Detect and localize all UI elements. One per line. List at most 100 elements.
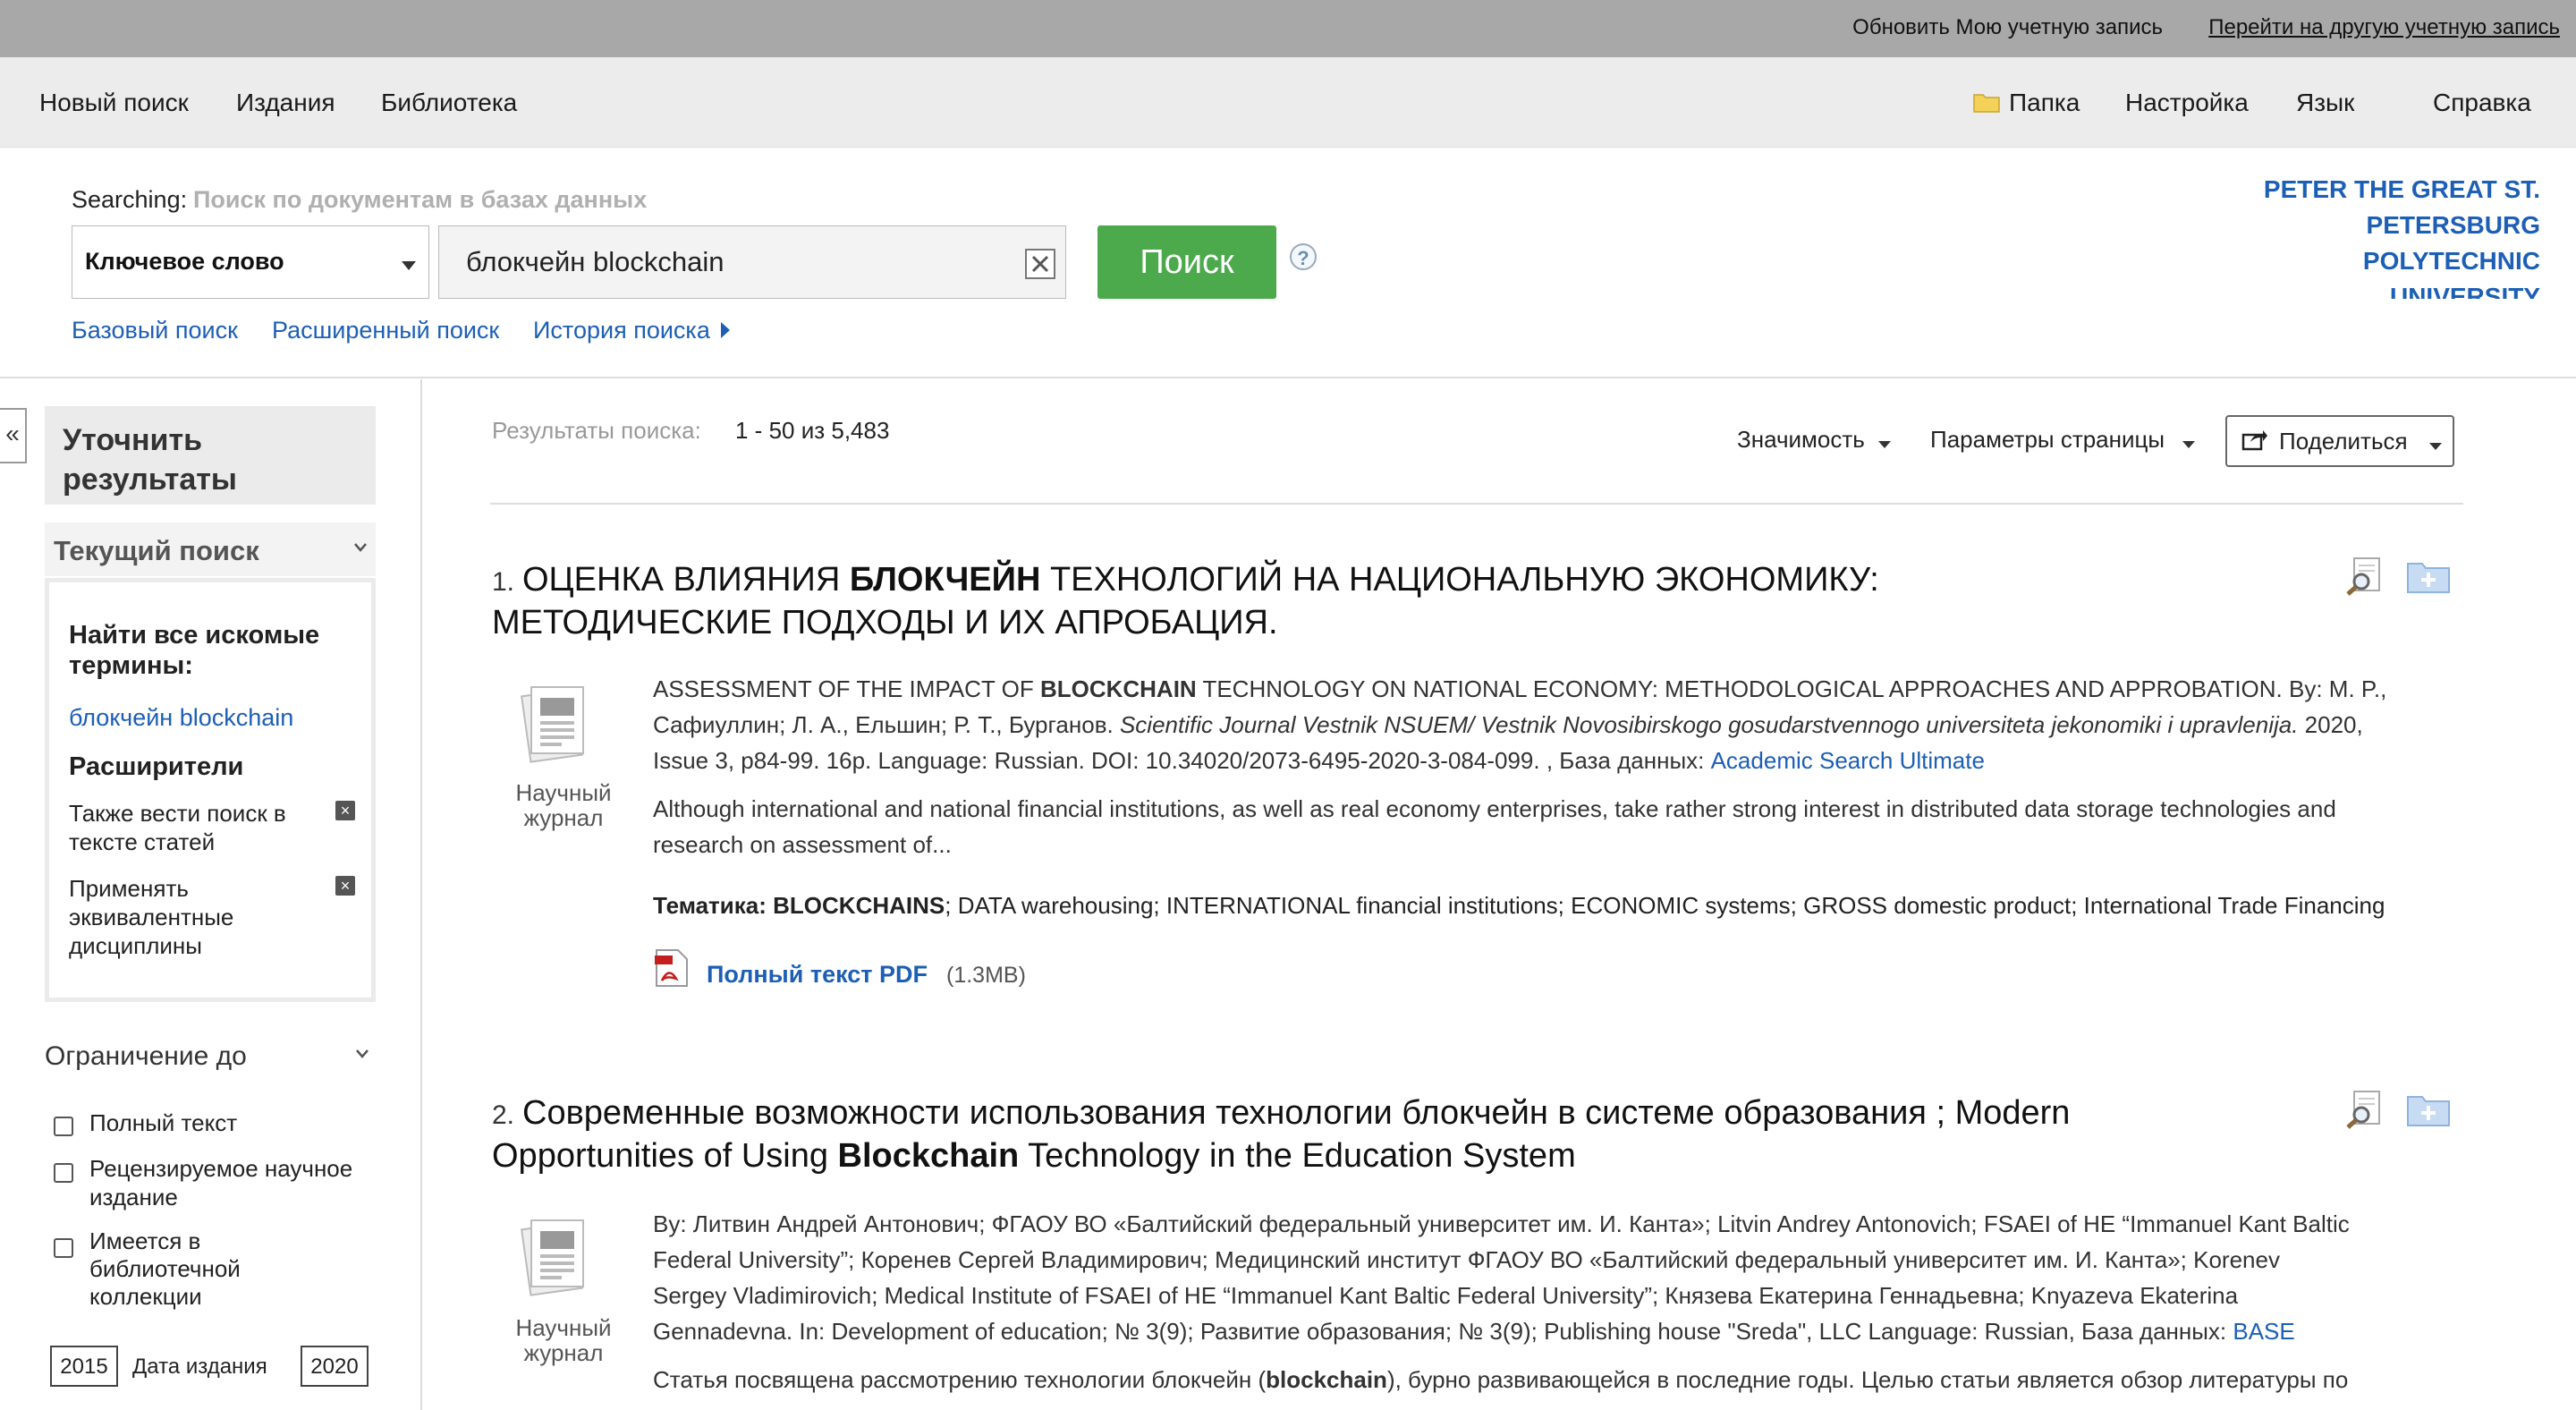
subjects-list[interactable]: ; DATA warehousing; INTERNATIONAL financ… (945, 892, 2385, 919)
abstract-text: Статья посвящена рассмотрению технологии… (653, 1366, 1267, 1393)
fulltext-checkbox[interactable] (54, 1117, 73, 1136)
abstract-highlight: blockchain (1266, 1366, 1387, 1393)
meta-text: Сафиуллин; Л. А., Ельшин; Р. Т., Бургано… (653, 711, 1120, 738)
sort-dropdown[interactable]: Значимость (1737, 426, 1865, 454)
expander-2-line-1: Применять (69, 875, 189, 902)
expander-1-line-1: Также вести поиск в (69, 800, 286, 827)
caret-down-icon (1878, 437, 1891, 453)
main-nav: Новый поиск Издания Библиотека Папка Нас… (0, 57, 2576, 148)
library-collection-line-3: коллекции (89, 1283, 202, 1310)
result-title[interactable]: Современные возможности использования те… (522, 1091, 2070, 1134)
doc-type-line-1: Научный (515, 1314, 612, 1341)
meta-text: Gennadevna. In: Development of education… (653, 1318, 2233, 1345)
database-link[interactable]: Academic Search Ultimate (1711, 747, 1985, 774)
current-terms-link[interactable]: блокчейн blockchain (69, 704, 293, 732)
library-collection-checkbox[interactable] (54, 1238, 73, 1258)
nav-folder[interactable]: Папка (2009, 89, 2080, 117)
result-meta-line-1: By: Литвин Андрей Антонович; ФГАОУ ВО «Б… (653, 1210, 2350, 1237)
switch-account-link[interactable]: Перейти на другую учетную запись (2208, 15, 2560, 40)
pdf-fulltext-link[interactable]: Полный текст PDF (707, 961, 928, 989)
current-search-panel: Найти все искомые термины: блокчейн bloc… (45, 578, 376, 1002)
subjects-highlight[interactable]: BLOCKCHAINS (773, 892, 945, 919)
remove-expander-2-icon[interactable]: × (335, 876, 355, 896)
result-title-line-2[interactable]: Opportunities of Using Blockchain Techno… (492, 1134, 1576, 1177)
nav-language[interactable]: Язык (2296, 89, 2354, 117)
caret-down-icon (402, 259, 416, 275)
nav-help[interactable]: Справка (2433, 89, 2531, 117)
page-options-dropdown[interactable]: Параметры страницы (1930, 426, 2165, 454)
basic-search-link[interactable]: Базовый поиск (72, 317, 238, 344)
subjects-label: Тематика: (653, 892, 774, 919)
expander-2-line-2: эквивалентные (69, 904, 234, 930)
doc-type-line-1: Научный (515, 779, 612, 806)
account-bar: Обновить Мою учетную запись Перейти на д… (0, 0, 2576, 57)
result-meta-line-2: Сафиуллин; Л. А., Ельшин; Р. Т., Бургано… (653, 707, 2363, 743)
result-meta-line-4: Gennadevna. In: Development of education… (653, 1313, 2295, 1349)
doc-type-line-2: журнал (523, 804, 604, 831)
search-field-select[interactable]: Ключевое слово (72, 225, 429, 299)
result-number: 1. (492, 567, 515, 597)
result-title[interactable]: ОЦЕНКА ВЛИЯНИЯ БЛОКЧЕЙН ТЕХНОЛОГИЙ НА НА… (522, 558, 1879, 601)
collapse-sidebar-button[interactable]: « (0, 408, 27, 463)
year-label: Дата издания (132, 1355, 267, 1379)
result-meta-line-3: Sergey Vladimirovich; Medical Institute … (653, 1282, 2239, 1309)
nav-publications[interactable]: Издания (236, 89, 335, 117)
share-button[interactable]: Поделиться (2225, 415, 2454, 467)
clear-icon[interactable] (1024, 248, 1056, 285)
result-subjects: Тематика: BLOCKCHAINS; DATA warehousing;… (653, 888, 2385, 923)
meta-text: TECHNOLOGY ON NATIONAL ECONOMY: METHODOL… (1196, 675, 2387, 702)
search-input[interactable]: блокчейн blockchain (438, 225, 1066, 299)
peer-reviewed-line-1: Рецензируемое научное (89, 1155, 353, 1182)
caret-down-icon (2182, 437, 2195, 453)
peer-reviewed-checkbox[interactable] (54, 1163, 73, 1183)
result-abstract-line-1: Статья посвящена рассмотрению технологии… (653, 1362, 2348, 1397)
result-meta-line-2: Federal University”; Коренев Сергей Влад… (653, 1246, 2280, 1273)
current-search-header[interactable]: Текущий поиск (45, 522, 376, 576)
library-collection-line-1: Имеется в (89, 1227, 201, 1254)
refine-header: Уточнить результаты (45, 406, 376, 505)
caret-right-icon (721, 322, 730, 343)
search-help-icon[interactable]: ? (1290, 243, 1317, 270)
chevron-down-icon (354, 540, 367, 556)
pdf-size: (1.3MB) (946, 963, 1026, 988)
nav-settings[interactable]: Настройка (2125, 89, 2249, 117)
result-title-text[interactable]: Technology in the Education System (1019, 1137, 1576, 1175)
result-meta-line-3: Issue 3, p84-99. 16p. Language: Russian.… (653, 743, 1985, 778)
year-from-input[interactable]: 2015 (50, 1346, 118, 1387)
expanders-title: Расширители (69, 752, 244, 781)
share-label: Поделиться (2279, 428, 2408, 454)
search-button[interactable]: Поиск (1097, 225, 1276, 299)
result-title-highlight[interactable]: Blockchain (838, 1137, 1020, 1175)
nav-new-search[interactable]: Новый поиск (39, 89, 189, 117)
result-meta-line-1: ASSESSMENT OF THE IMPACT OF BLOCKCHAIN T… (653, 671, 2386, 707)
institution-line-1: PETER THE GREAT ST. (2263, 175, 2540, 203)
share-icon (2241, 429, 2268, 455)
institution-line-3: POLYTECHNIC (2362, 247, 2540, 275)
result-title-text[interactable]: Opportunities of Using (492, 1137, 838, 1175)
chevron-down-icon[interactable] (356, 1047, 369, 1063)
result-title-text[interactable]: ОЦЕНКА ВЛИЯНИЯ (522, 561, 850, 599)
result-title-text[interactable]: ТЕХНОЛОГИЙ НА НАЦИОНАЛЬНУЮ ЭКОНОМИКУ: (1040, 561, 1879, 599)
meta-text: Issue 3, p84-99. 16p. Language: Russian.… (653, 747, 1711, 774)
nav-library[interactable]: Библиотека (381, 89, 517, 117)
result-title-line-2[interactable]: МЕТОДИЧЕСКИЕ ПОДХОДЫ И ИХ АПРОБАЦИЯ. (492, 601, 1278, 644)
abstract-text: ), бурно развивающейся в последние годы.… (1386, 1366, 2349, 1393)
add-to-folder-icon[interactable] (2406, 558, 2451, 599)
doc-type-line-2: журнал (523, 1339, 604, 1366)
preview-icon[interactable] (2345, 1090, 2385, 1134)
peer-reviewed-line-2: издание (89, 1184, 178, 1210)
remove-expander-1-icon[interactable]: × (335, 801, 355, 820)
searching-target: Поиск по документам в базах данных (193, 186, 648, 213)
result-title-highlight[interactable]: БЛОКЧЕЙН (850, 561, 1041, 599)
result-abstract-line-2: research on assessment of... (653, 831, 952, 858)
preview-icon[interactable] (2345, 556, 2385, 600)
search-history-link[interactable]: История поиска (533, 317, 710, 344)
year-to-input[interactable]: 2020 (301, 1346, 369, 1387)
advanced-search-link[interactable]: Расширенный поиск (272, 317, 499, 344)
add-to-folder-icon[interactable] (2406, 1091, 2451, 1132)
refine-title-line-1: Уточнить (63, 423, 203, 457)
database-link[interactable]: BASE (2233, 1318, 2294, 1345)
update-account-link[interactable]: Обновить Мою учетную запись (1852, 15, 2163, 40)
find-all-terms-line-1: Найти все искомые (69, 621, 320, 650)
search-query: блокчейн blockchain (466, 246, 724, 277)
